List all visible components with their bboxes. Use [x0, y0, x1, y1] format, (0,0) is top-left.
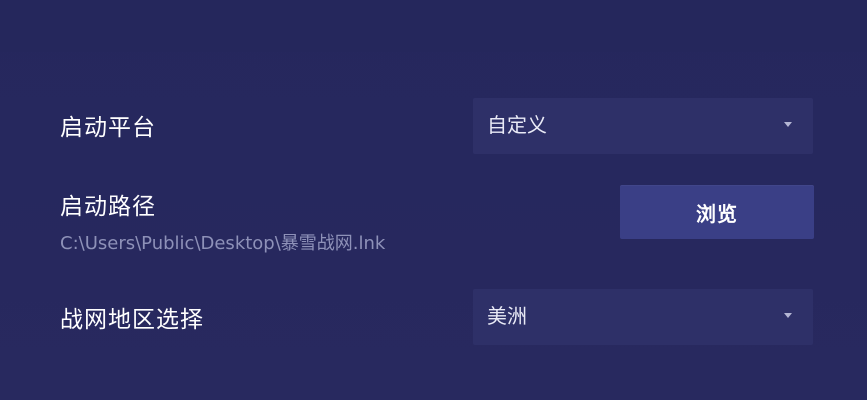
chevron-down-icon: [784, 313, 792, 318]
launch-settings-panel: 启动平台 自定义 启动路径 C:\Users\Public\Desktop\暴雪…: [0, 0, 867, 400]
region-label: 战网地区选择: [60, 307, 204, 333]
launch-path-label: 启动路径: [60, 194, 156, 220]
top-band: [0, 0, 867, 52]
platform-select-value: 自定义: [487, 113, 547, 137]
launch-path-value: C:\Users\Public\Desktop\暴雪战网.lnk: [60, 233, 386, 254]
region-select-value: 美洲: [487, 304, 527, 328]
chevron-down-icon: [784, 122, 792, 127]
platform-label: 启动平台: [60, 115, 156, 141]
region-select[interactable]: 美洲: [473, 289, 813, 345]
browse-button[interactable]: 浏览: [620, 185, 814, 239]
platform-select[interactable]: 自定义: [473, 98, 813, 154]
